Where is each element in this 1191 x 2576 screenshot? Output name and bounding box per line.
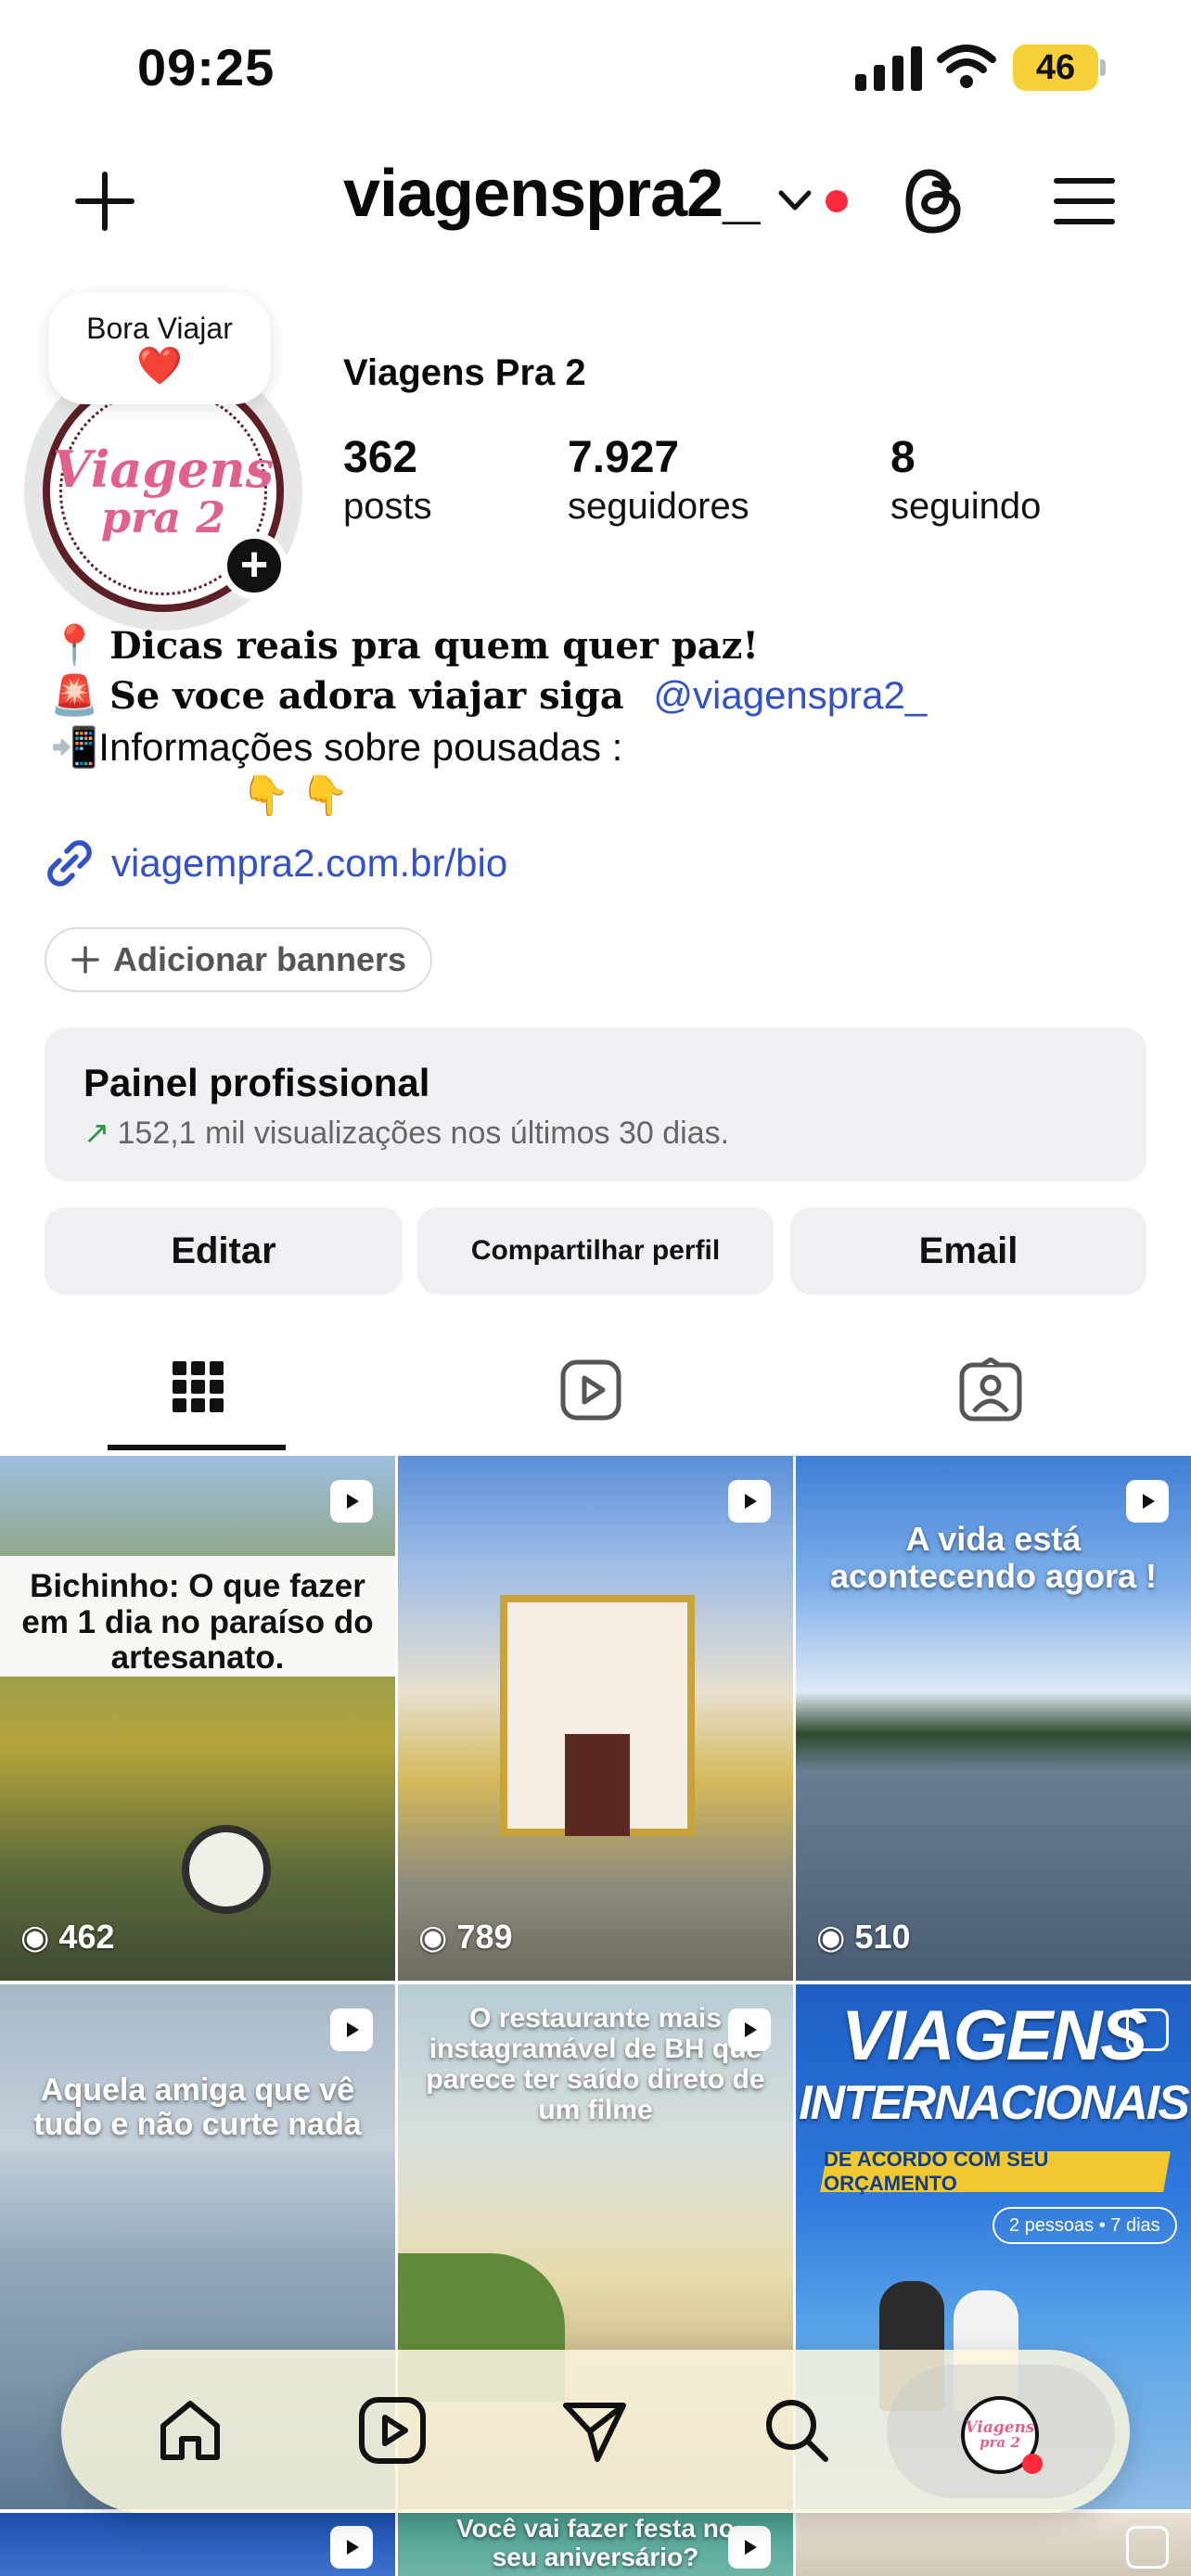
post-ribbon-text: DE ACORDO COM SEU ORÇAMENTO — [824, 2148, 1049, 2195]
reels-tab-icon[interactable] — [560, 1359, 621, 1421]
followers-count[interactable]: 7.927 — [568, 432, 679, 483]
reel-indicator-icon — [728, 2526, 771, 2569]
bio-text-1: Dicas reais pra quem quer paz! — [109, 624, 759, 668]
views-number: 462 — [58, 1918, 115, 1956]
bio-line-3: 📲Informações sobre pousadas : — [50, 725, 622, 771]
bio-text-3: Informações sobre pousadas : — [98, 725, 623, 769]
views-number: 510 — [854, 1918, 911, 1956]
bio-text-2: Se voce adora viajar siga — [109, 674, 624, 718]
battery-indicator: 46 — [1013, 45, 1098, 91]
post-caption: Aquela amiga que vê tudo e não curte nad… — [33, 2072, 362, 2143]
post-caption: Bichinho: O que fazer em 1 dia no paraís… — [21, 1568, 374, 1676]
reel-indicator-icon — [728, 2009, 771, 2051]
add-banners-button[interactable]: Adicionar banners — [45, 927, 433, 992]
reels-icon[interactable] — [358, 2396, 427, 2465]
bio-line-2: 🚨 Se voce adora viajar siga @viagenspra2… — [50, 673, 927, 719]
reel-indicator-icon — [1126, 1480, 1169, 1523]
note-bubble[interactable]: Bora Viajar ❤️ — [48, 293, 271, 404]
notification-dot — [826, 190, 848, 212]
avatar-logo-line2: pra 2 — [100, 492, 226, 543]
edit-profile-button[interactable]: Editar — [45, 1207, 403, 1294]
post-thumbnail[interactable]: A vida está acontecendo agora ! ◉ 510 — [796, 1456, 1191, 1981]
posts-count[interactable]: 362 — [343, 432, 417, 483]
panel-subtitle-row: ↗ 152,1 mil visualizações nos últimos 30… — [83, 1115, 1108, 1152]
home-icon[interactable] — [156, 2396, 224, 2465]
clock-icon — [182, 1825, 271, 1914]
display-name: Viagens Pra 2 — [343, 352, 586, 393]
bio-link-row[interactable]: viagempra2.com.br/bio — [45, 838, 507, 888]
create-post-icon[interactable] — [74, 171, 135, 232]
bio-line-4: 👇 👇 — [241, 773, 350, 817]
views-count: ◉ 789 — [418, 1918, 513, 1957]
eye-icon: ◉ — [816, 1918, 846, 1956]
post-thumbnail[interactable] — [0, 2513, 395, 2576]
post-thumbnail[interactable]: ◉ 789 — [398, 1456, 793, 1981]
post-title-2: INTERNACIONAIS — [799, 2076, 1190, 2130]
post-thumbnail[interactable] — [796, 2513, 1191, 2576]
followers-label[interactable]: seguidores — [568, 486, 749, 528]
post-thumbnail[interactable]: Bichinho: O que fazer em 1 dia no paraís… — [0, 1456, 395, 1981]
views-count: ◉ 462 — [20, 1918, 115, 1957]
email-button[interactable]: Email — [790, 1207, 1146, 1294]
nav-avatar-line2: pra 2 — [980, 2434, 1020, 2451]
post-thumbnail[interactable]: Você vai fazer festa no seu aniversário? — [398, 2513, 793, 2576]
bio-mention-link[interactable]: @viagenspra2_ — [653, 673, 927, 717]
bio-link[interactable]: viagempra2.com.br/bio — [111, 841, 507, 886]
panel-title: Painel profissional — [83, 1061, 430, 1104]
post-caption: A vida está acontecendo agora ! — [829, 1520, 1158, 1595]
share-profile-button[interactable]: Compartilhar perfil — [417, 1207, 774, 1294]
search-icon[interactable] — [762, 2396, 831, 2465]
messages-icon[interactable] — [560, 2396, 629, 2465]
grid-icon[interactable] — [173, 1361, 224, 1413]
posts-label[interactable]: posts — [343, 486, 432, 528]
reel-indicator-icon — [330, 2009, 373, 2051]
reel-indicator-icon — [330, 2526, 373, 2569]
threads-icon[interactable] — [903, 167, 965, 236]
professional-dashboard[interactable]: Painel profissional ↗ 152,1 mil visualiz… — [45, 1027, 1146, 1181]
menu-icon[interactable] — [1054, 176, 1115, 226]
pin-icon: 📍 — [50, 623, 99, 667]
tagged-tab-icon[interactable] — [959, 1358, 1022, 1422]
profile-username[interactable]: viagenspra2_ — [343, 156, 760, 232]
notification-dot — [1022, 2454, 1043, 2474]
reel-indicator-icon — [728, 1480, 771, 1523]
trend-up-icon: ↗ — [83, 1116, 110, 1151]
wifi-icon — [937, 45, 996, 88]
eye-icon: ◉ — [20, 1918, 50, 1956]
post-ribbon: DE ACORDO COM SEU ORÇAMENTO — [820, 2148, 1171, 2195]
chevron-down-icon[interactable] — [777, 187, 813, 213]
panel-subtitle: 152,1 mil visualizações nos últimos 30 d… — [117, 1115, 730, 1151]
eye-icon: ◉ — [418, 1918, 448, 1956]
church-door — [565, 1734, 630, 1836]
plus-icon — [71, 946, 99, 974]
following-count[interactable]: 8 — [890, 432, 916, 483]
siren-icon: 🚨 — [50, 673, 99, 717]
carousel-indicator-icon — [1126, 2526, 1169, 2569]
avatar-logo-line1: Viagens — [52, 439, 275, 499]
status-time: 09:25 — [137, 38, 275, 96]
following-label[interactable]: seguindo — [890, 486, 1041, 528]
bio-line-1: 📍 Dicas reais pra quem quer paz! — [50, 623, 759, 669]
active-tab-indicator — [108, 1445, 286, 1450]
heart-icon: ❤️ — [136, 345, 183, 387]
views-count: ◉ 510 — [816, 1918, 911, 1957]
reel-indicator-icon — [330, 1480, 373, 1523]
carousel-indicator-icon — [1126, 2009, 1169, 2051]
note-text: Bora Viajar — [86, 311, 233, 345]
add-banners-label: Adicionar banners — [113, 940, 407, 978]
signal-icon — [855, 46, 922, 91]
post-chip: 2 pessoas • 7 dias — [992, 2207, 1177, 2244]
phone-arrow-icon: 📲 — [50, 725, 99, 769]
link-icon — [47, 840, 92, 886]
battery-tip — [1100, 59, 1106, 76]
views-number: 789 — [456, 1918, 513, 1956]
add-story-button[interactable]: + — [221, 532, 288, 599]
